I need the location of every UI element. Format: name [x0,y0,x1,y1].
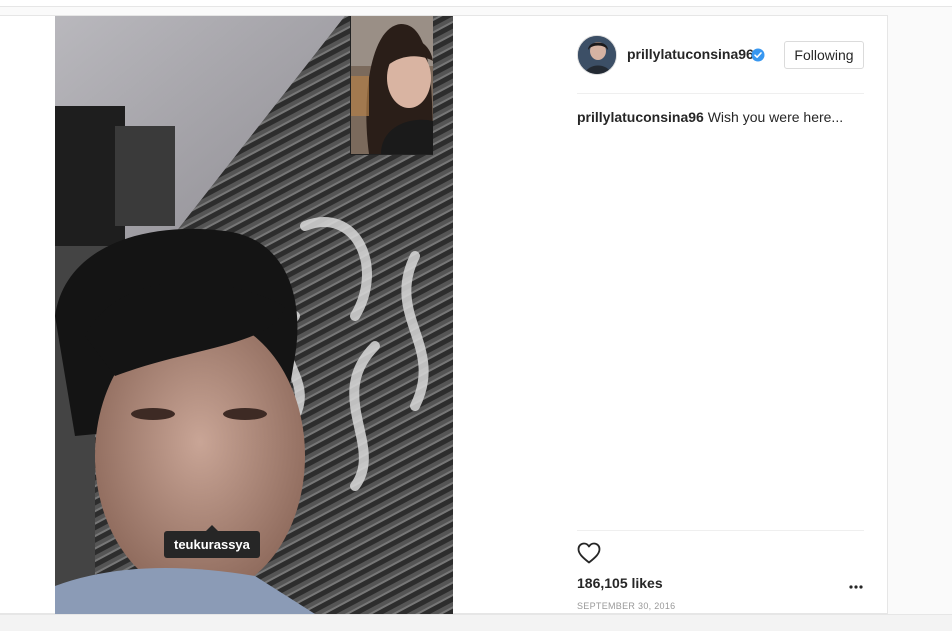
divider [577,530,864,531]
post-sidebar: prillylatuconsina96 Following prillylatu… [577,16,864,614]
avatar-image [578,36,616,74]
video-call-inset [350,16,433,155]
inset-video-content [351,16,433,154]
likes-count[interactable]: 186,105 likes [577,575,663,591]
caption-username[interactable]: prillylatuconsina96 [577,109,704,125]
more-options-icon[interactable] [848,579,864,595]
header-username[interactable]: prillylatuconsina96 [627,46,754,62]
heart-icon[interactable] [577,542,601,564]
top-bar [0,0,952,7]
avatar[interactable] [577,35,617,75]
verified-badge-icon [751,48,765,62]
post-caption: prillylatuconsina96 Wish you were here..… [577,108,864,126]
caption-text: Wish you were here... [707,109,844,125]
post-header: prillylatuconsina96 Following [577,35,864,75]
following-button[interactable]: Following [784,41,864,69]
user-tag[interactable]: teukurassya [164,525,260,558]
divider [577,93,864,94]
bottom-bar [0,614,952,631]
post-date[interactable]: SEPTEMBER 30, 2016 [577,601,675,611]
